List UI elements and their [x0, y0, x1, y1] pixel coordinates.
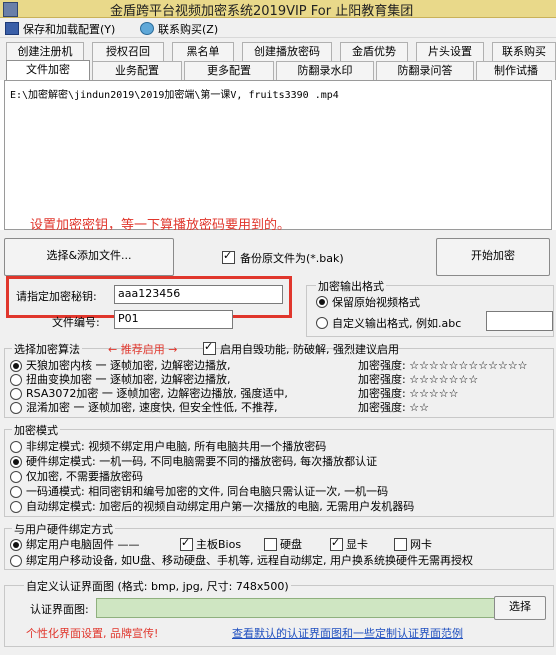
tab-strip: 创建注册机 授权召回 黑名单 创建播放密码 金盾优势 片头设置 联系购买 文件加…	[0, 38, 556, 81]
backup-label: 备份原文件为(*.bak)	[240, 252, 344, 265]
disk-label: 硬盘	[280, 538, 302, 551]
tab-anti-record-watermark[interactable]: 防翻录水印	[276, 61, 374, 80]
mode-hardware-label: 硬件绑定模式: 一机一码, 不同电脑需要不同的播放密码, 每次播放都认证	[26, 455, 378, 468]
encrypt-mode-title: 加密模式	[12, 422, 60, 438]
hardware-bind-title: 与用户硬件绑定方式	[12, 521, 115, 537]
globe-icon	[140, 22, 154, 35]
mode-auto-bind-radio[interactable]	[10, 501, 22, 513]
algo-obfuscate-radio[interactable]	[10, 402, 22, 414]
mode-encrypt-only-label: 仅加密, 不需要播放密码	[26, 470, 143, 483]
bind-mobile-label: 绑定用户移动设备, 如U盘、移动硬盘、手机等, 远程自动绑定, 用户换系统换硬件…	[26, 554, 474, 567]
file-number-input[interactable]: P01	[114, 310, 233, 329]
tab-create-play-password[interactable]: 创建播放密码	[242, 42, 332, 61]
tab-intro-settings[interactable]: 片头设置	[416, 42, 484, 61]
tab-create-keygen[interactable]: 创建注册机	[6, 42, 84, 61]
algo-obfuscate-label: 混淆加密 一 逐帧加密, 速度快, 但安全性低, 不推荐,	[26, 401, 278, 414]
custom-auth-title: 自定义认证界面图 (格式: bmp, jpg, 尺寸: 748x500)	[24, 578, 291, 594]
backup-checkbox[interactable]	[222, 249, 235, 264]
select-add-file-button[interactable]: 选择&添加文件...	[4, 238, 174, 276]
menu-bar: 保存和加载配置(Y) 联系购买(Z)	[0, 18, 556, 38]
auth-image-label: 认证界面图:	[30, 603, 89, 616]
mode-auto-bind-label: 自动绑定模式: 加密后的视频自动绑定用户第一次播放的电脑, 无需用户发机器码	[26, 500, 415, 513]
keep-format-label: 保留原始视频格式	[332, 296, 420, 309]
tab-license-recall[interactable]: 授权召回	[92, 42, 164, 61]
self-destruct-label: 启用自毁功能, 防破解, 强烈建议启用	[220, 343, 399, 356]
file-number-label: 文件编号:	[52, 316, 100, 329]
mode-one-code-label: 一码通模式: 相同密钥和编号加密的文件, 同台电脑只需认证一次, 一机一码	[26, 485, 389, 498]
nic-checkbox[interactable]	[394, 538, 407, 551]
algo-obfuscate-strength: 加密强度: ☆☆	[358, 401, 429, 414]
mode-unbound-radio[interactable]	[10, 441, 22, 453]
bind-mobile-radio[interactable]	[10, 555, 22, 567]
tab-blacklist[interactable]: 黑名单	[172, 42, 234, 61]
gpu-checkbox[interactable]	[330, 536, 343, 551]
title-bar: 金盾跨平台视频加密系统2019VIP For 止阳教育集团	[0, 0, 556, 19]
algo-tianlang-radio[interactable]	[10, 360, 22, 372]
tab-contact-purchase[interactable]: 联系购买	[492, 42, 556, 61]
custom-format-label: 自定义输出格式, 例如.abc	[332, 317, 462, 330]
app-icon	[3, 2, 18, 17]
save-icon	[5, 22, 19, 35]
file-list[interactable]	[4, 80, 552, 230]
menu-contact-purchase[interactable]: 联系购买(Z)	[140, 21, 218, 37]
algo-rsa-radio[interactable]	[10, 388, 22, 400]
tab-jindun-advantage[interactable]: 金盾优势	[340, 42, 408, 61]
custom-format-input[interactable]	[486, 311, 553, 331]
mainboard-checkbox[interactable]	[180, 536, 193, 551]
disk-checkbox[interactable]	[264, 538, 277, 551]
menu-save-load-config[interactable]: 保存和加载配置(Y)	[5, 21, 115, 37]
algorithm-title: 选择加密算法	[12, 341, 82, 357]
output-format-title: 加密输出格式	[316, 278, 386, 294]
start-encrypt-button[interactable]: 开始加密	[436, 238, 550, 276]
recommend-label: ← 推荐启用 →	[108, 343, 178, 356]
file-path-item[interactable]: E:\加密解密\jindun2019\2019加密端\第一课V, fruits3…	[10, 86, 339, 101]
bind-firmware-radio[interactable]	[10, 539, 22, 551]
mainboard-label: 主板Bios	[196, 538, 242, 551]
view-examples-link[interactable]: 查看默认的认证界面图和一些定制认证界面范例	[232, 625, 463, 641]
tab-file-encrypt[interactable]: 文件加密	[6, 60, 90, 81]
auth-image-select-button[interactable]: 选择	[494, 596, 546, 620]
tab-anti-record-qa[interactable]: 防翻录问答	[376, 61, 474, 80]
nic-label: 网卡	[410, 538, 432, 551]
key-input[interactable]: aaa123456	[114, 285, 283, 304]
bind-firmware-label: 绑定用户电脑固件 ——	[26, 538, 140, 551]
tab-trial-play[interactable]: 制作试播	[476, 61, 556, 80]
window-title: 金盾跨平台视频加密系统2019VIP For 止阳教育集团	[110, 4, 414, 19]
brand-promo-text: 个性化界面设置, 品牌宣传!	[26, 627, 159, 640]
mode-unbound-label: 非绑定模式: 视频不绑定用户电脑, 所有电脑共用一个播放密码	[26, 440, 327, 453]
mode-one-code-radio[interactable]	[10, 486, 22, 498]
mode-encrypt-only-radio[interactable]	[10, 471, 22, 483]
custom-format-radio[interactable]	[316, 317, 328, 329]
key-label: 请指定加密秘钥:	[16, 290, 97, 303]
tab-more-config[interactable]: 更多配置	[184, 61, 274, 80]
tab-business-config[interactable]: 业务配置	[92, 61, 182, 80]
mode-hardware-radio[interactable]	[10, 456, 22, 468]
gpu-label: 显卡	[346, 538, 368, 551]
auth-image-input[interactable]	[96, 598, 495, 618]
keep-format-radio[interactable]	[316, 296, 328, 308]
control-panel: 选择&添加文件... 备份原文件为(*.bak) 开始加密 请指定加密秘钥: a…	[0, 230, 556, 655]
self-destruct-checkbox[interactable]	[203, 340, 216, 355]
algo-twist-radio[interactable]	[10, 374, 22, 386]
